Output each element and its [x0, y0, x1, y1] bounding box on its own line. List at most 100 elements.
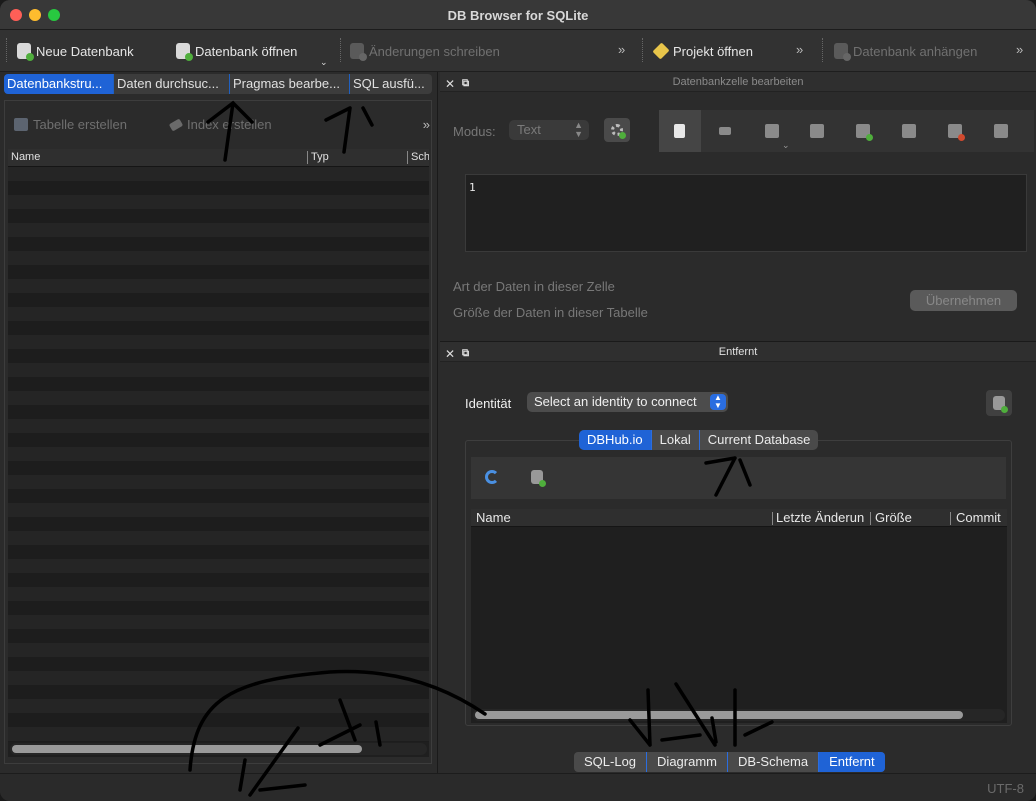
dock-float-icon[interactable]: ⧉ [462, 344, 469, 364]
toolbar-grip[interactable] [6, 38, 8, 62]
tab-execute-sql[interactable]: SQL ausfü... [350, 74, 432, 94]
status-bar: UTF-8 [0, 773, 1036, 801]
auto-format-button[interactable] [604, 118, 630, 142]
attach-database-button[interactable]: Datenbank anhängen [834, 42, 978, 61]
cancel-icon[interactable] [948, 124, 965, 141]
column-header-name[interactable]: Name [476, 510, 766, 525]
print-icon[interactable] [994, 124, 1008, 138]
select-arrows-icon: ▲ ▼ [574, 120, 583, 139]
attach-database-label: Datenbank anhängen [853, 43, 978, 59]
open-database-dropdown-icon[interactable]: ⌄ [320, 57, 328, 68]
tab-db-schema[interactable]: DB-Schema [728, 752, 820, 772]
write-changes-icon [350, 43, 367, 61]
set-null-icon[interactable] [856, 124, 873, 141]
cell-content: 1 [469, 181, 476, 194]
new-database-icon [17, 43, 34, 61]
structure-panel: Tabelle erstellen Index erstellen » Name… [4, 100, 432, 764]
data-size-label: Größe der Daten in dieser Tabelle [453, 305, 648, 320]
create-index-button[interactable]: Index erstellen [168, 117, 272, 132]
mode-label: Modus: [453, 124, 496, 139]
remote-dock: ✕ ⧉ Entfernt Identität Select an identit… [440, 342, 1036, 752]
mode-select[interactable]: Text ▲ ▼ [509, 120, 589, 140]
tab-diagram[interactable]: Diagramm [647, 752, 729, 772]
dock-tab-bar: SQL-Log Diagramm DB-Schema Entfernt [574, 752, 885, 772]
column-header-size[interactable]: Größe [875, 510, 945, 525]
toolbar-grip[interactable] [822, 38, 824, 62]
remote-panel: Name Letzte Änderun Größe Commit [465, 440, 1012, 726]
apply-button[interactable]: Übernehmen [910, 290, 1017, 311]
tab-edit-pragmas[interactable]: Pragmas bearbe... [230, 74, 350, 94]
dock-float-icon[interactable]: ⧉ [462, 74, 469, 94]
refresh-icon[interactable] [485, 470, 499, 484]
cell-editor-toolbar: ⌄ [659, 110, 1034, 152]
main-tab-bar: Datenbankstru... Daten durchsuc... Pragm… [4, 74, 432, 94]
cell-editor-dock: ✕ ⧉ Datenbankzelle bearbeiten Modus: Tex… [440, 72, 1036, 342]
cell-editor-title: Datenbankzelle bearbeiten [672, 76, 804, 88]
create-index-label: Index erstellen [187, 117, 272, 132]
scrollbar-thumb[interactable] [475, 711, 963, 719]
open-project-icon [652, 42, 670, 60]
toolbar-overflow-icon[interactable]: » [1016, 42, 1023, 57]
database-add-icon[interactable] [531, 470, 546, 487]
structure-toolbar-overflow-icon[interactable]: » [423, 117, 430, 132]
toolbar-overflow-icon[interactable]: » [618, 42, 625, 57]
left-pane: Datenbankstru... Daten durchsuc... Pragm… [0, 72, 438, 773]
write-changes-button[interactable]: Änderungen schreiben [350, 42, 500, 61]
toolbar-grip[interactable] [340, 38, 342, 62]
horizontal-scrollbar[interactable] [473, 709, 1005, 721]
schema-tree[interactable]: Name Typ Sch [8, 149, 429, 757]
column-header-type[interactable]: Typ [311, 151, 401, 163]
dock-close-icon[interactable]: ✕ [445, 344, 455, 364]
identity-label: Identität [465, 396, 512, 411]
tab-remote[interactable]: Entfernt [819, 752, 885, 772]
main-toolbar: Neue Datenbank Datenbank öffnen ⌄ Änderu… [0, 30, 1036, 72]
column-divider[interactable] [407, 151, 408, 164]
tab-local[interactable]: Lokal [652, 430, 700, 450]
cell-text-editor[interactable]: 1 [465, 174, 1027, 252]
structure-toolbar: Tabelle erstellen Index erstellen » [5, 101, 431, 147]
new-database-button[interactable]: Neue Datenbank [17, 42, 134, 61]
write-changes-label: Änderungen schreiben [369, 43, 500, 59]
dock-close-icon[interactable]: ✕ [445, 74, 455, 94]
clone-database-button[interactable] [986, 390, 1012, 416]
toolbar-overflow-icon[interactable]: » [796, 42, 803, 57]
tab-browse-data[interactable]: Daten durchsuc... [114, 74, 230, 94]
column-divider[interactable] [772, 512, 773, 525]
select-arrows-icon: ▲ ▼ [710, 394, 726, 410]
cursor-icon[interactable] [719, 127, 731, 135]
remote-files-table[interactable]: Name Letzte Änderun Größe Commit [471, 509, 1007, 723]
column-header-commit[interactable]: Commit [956, 510, 1006, 525]
identity-select[interactable]: Select an identity to connect ▲ ▼ [527, 392, 728, 412]
database-connect-icon [993, 396, 1008, 413]
schema-tree-header: Name Typ Sch [8, 149, 429, 167]
open-database-button[interactable]: Datenbank öffnen [176, 42, 297, 61]
new-database-label: Neue Datenbank [36, 43, 134, 59]
column-divider[interactable] [870, 512, 871, 525]
create-table-button[interactable]: Tabelle erstellen [14, 117, 127, 132]
save-icon[interactable] [902, 124, 916, 138]
tab-current-database[interactable]: Current Database [700, 430, 819, 450]
remote-source-tabs: DBHub.io Lokal Current Database [579, 430, 819, 450]
column-header-name[interactable]: Name [11, 151, 301, 163]
mode-value: Text [517, 122, 541, 137]
tab-sql-log[interactable]: SQL-Log [574, 752, 648, 772]
toolbar-grip[interactable] [642, 38, 644, 62]
column-divider[interactable] [950, 512, 951, 525]
import-icon[interactable] [765, 124, 779, 138]
scrollbar-thumb[interactable] [12, 745, 362, 753]
import-dropdown-icon[interactable]: ⌄ [782, 140, 790, 151]
horizontal-scrollbar[interactable] [10, 743, 427, 755]
column-header-schema[interactable]: Sch [411, 151, 429, 163]
tab-database-structure[interactable]: Datenbankstru... [4, 74, 114, 94]
schema-tree-rows [8, 167, 429, 742]
gear-icon [611, 124, 626, 139]
data-type-label: Art der Daten in dieser Zelle [453, 279, 615, 294]
tab-dbhub[interactable]: DBHub.io [579, 430, 652, 450]
new-doc-button[interactable] [659, 110, 701, 152]
column-divider[interactable] [307, 151, 308, 164]
encoding-label: UTF-8 [987, 781, 1024, 796]
column-header-last-modified[interactable]: Letzte Änderun [776, 510, 868, 525]
open-project-button[interactable]: Projekt öffnen [652, 42, 753, 60]
export-icon[interactable] [810, 124, 824, 138]
title-bar: DB Browser for SQLite [0, 0, 1036, 30]
